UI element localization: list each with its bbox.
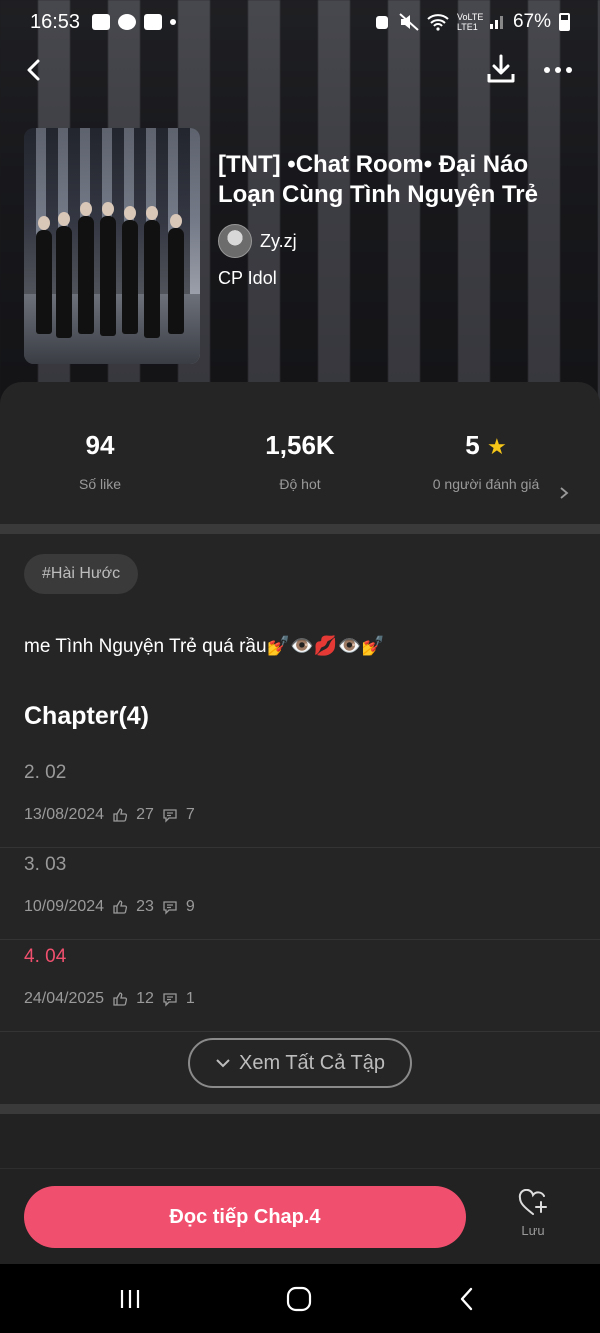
thumbs-up-icon — [113, 808, 128, 822]
star-icon: ★ — [486, 434, 507, 459]
rating-value: 5 — [465, 430, 480, 460]
save-button[interactable]: Lưu — [500, 1189, 566, 1249]
heart-plus-icon — [518, 1189, 547, 1215]
chapter-likes: 12 — [136, 990, 154, 1007]
view-all-chapters-button[interactable]: Xem Tất Cả Tập — [188, 1038, 412, 1088]
chapter-likes: 27 — [136, 806, 154, 823]
book-category[interactable]: CP Idol — [218, 268, 277, 289]
chapter-date: 10/09/2024 — [24, 898, 105, 915]
message-icon — [144, 14, 163, 30]
thumbs-up-icon — [113, 992, 128, 1006]
cover-figure — [122, 206, 138, 334]
rating-stat[interactable]: 5 ★ 0 người đánh giá — [398, 430, 574, 493]
likes-value: 94 — [85, 430, 115, 460]
comment-icon — [163, 901, 177, 915]
more-dots-icon[interactable] — [540, 52, 576, 88]
story-description: me Tình Nguyện Trẻ quá rầu💅👁️💋👁️💅 — [24, 636, 385, 657]
likes-stat: 94 Số like — [0, 430, 200, 493]
stats-panel: 94 Số like 1,56K Độ hot 5 ★ 0 người đánh… — [0, 382, 600, 524]
download-icon[interactable] — [484, 52, 518, 86]
chapter-meta: 24/04/2025 12 1 — [24, 990, 195, 1008]
cover-figure — [56, 212, 72, 338]
top-bar — [0, 48, 600, 92]
chapter-meta: 13/08/2024 27 7 — [24, 806, 195, 824]
continue-reading-button[interactable]: Đọc tiếp Chap.4 — [24, 1186, 466, 1248]
chapter-meta: 10/09/2024 23 9 — [24, 898, 195, 916]
chapter-title: 2. 02 — [24, 762, 67, 783]
gallery-icon — [92, 14, 111, 30]
status-time: 16:53 — [30, 10, 81, 33]
comment-icon — [163, 809, 177, 823]
chevron-right-icon[interactable] — [558, 486, 570, 500]
back-nav-icon[interactable] — [452, 1284, 482, 1314]
chapter-row[interactable]: 3. 03 10/09/2024 23 9 — [0, 848, 600, 940]
view-all-label: Xem Tất Cả Tập — [239, 1051, 385, 1074]
wifi-icon — [427, 14, 449, 31]
youtube-icon — [118, 14, 137, 30]
hot-label: Độ hot — [279, 476, 321, 492]
author-avatar[interactable] — [218, 224, 252, 258]
chapter-comments: 1 — [185, 990, 195, 1007]
chapter-row[interactable]: 2. 02 13/08/2024 27 7 — [0, 756, 600, 848]
chapter-row-current[interactable]: 4. 04 24/04/2025 12 1 — [0, 940, 600, 1032]
battery-percent: 67% — [512, 11, 551, 32]
chapter-date: 13/08/2024 — [24, 806, 105, 823]
chapter-title: 4. 04 — [24, 946, 67, 967]
chapter-date: 24/04/2025 — [24, 990, 105, 1007]
save-label: Lưu — [521, 1223, 545, 1238]
notification-icons — [92, 14, 177, 30]
hot-value: 1,56K — [265, 430, 335, 460]
genre-tag[interactable]: #Hài Hước — [24, 554, 139, 594]
cover-figure — [100, 202, 116, 336]
thumbs-up-icon — [113, 900, 128, 914]
status-bar: 16:53 VoLTE LTE1 67% — [0, 0, 600, 44]
more-notifications-icon — [170, 19, 177, 25]
alarm-icon — [375, 16, 388, 29]
system-navigation-bar — [0, 1264, 600, 1333]
back-arrow-icon[interactable] — [18, 52, 54, 88]
hot-stat: 1,56K Độ hot — [200, 430, 400, 493]
book-cover-image[interactable] — [24, 128, 200, 364]
rating-label: 0 người đánh giá — [432, 476, 540, 492]
recent-apps-icon[interactable] — [115, 1284, 145, 1314]
author-row[interactable]: Zy.zj — [218, 224, 297, 258]
bottom-action-bar: Đọc tiếp Chap.4 Lưu — [0, 1168, 600, 1264]
cover-figure — [78, 202, 94, 334]
battery-icon — [559, 13, 570, 31]
cover-figure — [168, 214, 184, 334]
chapter-comments: 7 — [185, 806, 195, 823]
home-icon[interactable] — [284, 1284, 314, 1314]
chapter-title: 3. 03 — [24, 854, 67, 875]
comment-icon — [163, 993, 177, 1007]
signal-icon — [489, 16, 503, 29]
section-divider — [0, 1104, 600, 1114]
chapter-comments: 9 — [185, 898, 195, 915]
author-name[interactable]: Zy.zj — [260, 231, 297, 252]
likes-label: Số like — [78, 476, 122, 492]
section-divider — [0, 524, 600, 534]
mute-icon — [399, 13, 419, 31]
chevron-down-icon — [216, 1059, 230, 1068]
chapter-heading: Chapter(4) — [24, 702, 150, 730]
cover-figure — [36, 216, 52, 334]
chapter-likes: 23 — [136, 898, 154, 915]
book-title: [TNT] •Chat Room• Đại Náo Loạn Cùng Tình… — [218, 151, 538, 208]
network-type: VoLTE LTE1 — [456, 12, 484, 32]
story-content: #Hài Hước me Tình Nguyện Trẻ quá rầu💅👁️💋… — [0, 534, 600, 1104]
system-status: VoLTE LTE1 67% — [373, 11, 570, 33]
cover-figure — [144, 206, 160, 338]
